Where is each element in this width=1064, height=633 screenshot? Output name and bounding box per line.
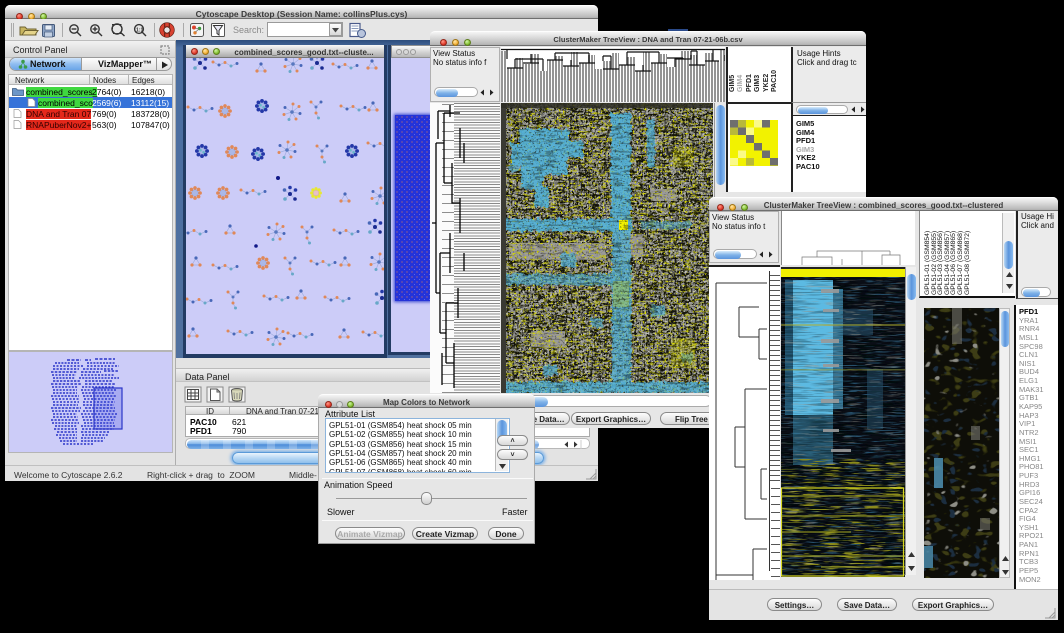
svg-text:1:1: 1:1	[136, 28, 143, 34]
svg-text:Search:: Search:	[233, 25, 264, 35]
